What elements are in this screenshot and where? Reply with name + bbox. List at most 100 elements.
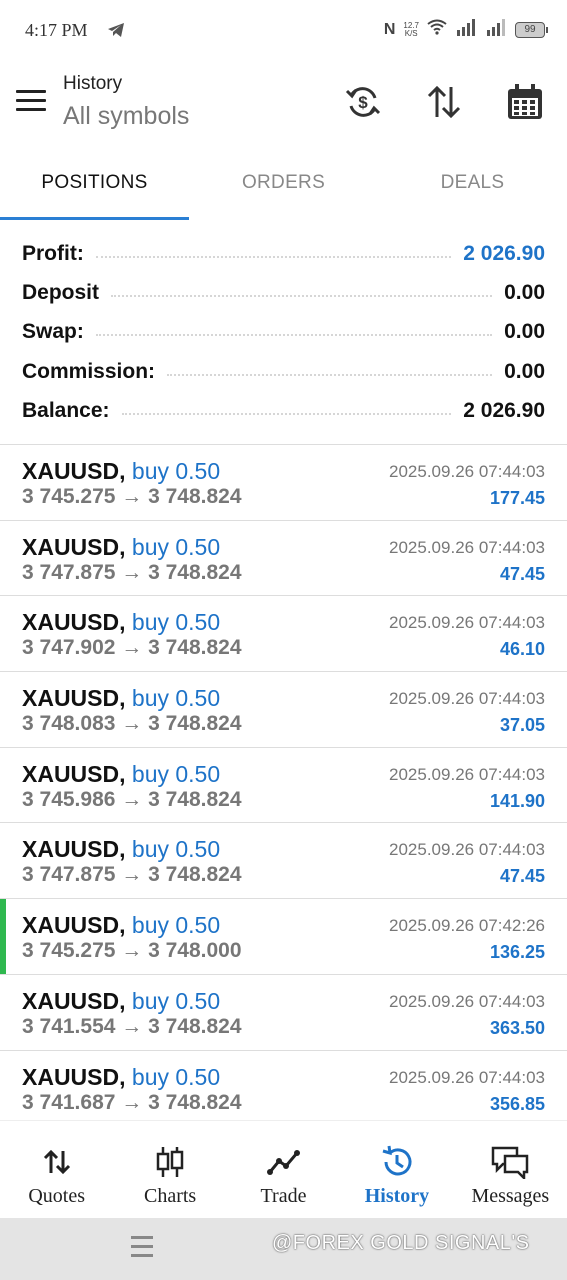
status-time: 4:17 PM [25, 20, 88, 40]
position-side: buy 0.50 [131, 1063, 221, 1090]
position-profit: 47.45 [499, 866, 545, 887]
history-icon [380, 1145, 414, 1179]
open-price: 3 747.902 [22, 636, 116, 660]
status-bar: 4:17 PM N 12.7 K/S 99 [0, 0, 567, 60]
position-time: 2025.09.26 07:44:03 [389, 840, 545, 860]
position-time: 2025.09.26 07:44:03 [389, 1067, 545, 1087]
open-price: 3 748.083 [22, 712, 116, 736]
position-row[interactable]: XAUUSD, buy 0.50 3 747.875 → 3 748.824 202… [0, 823, 567, 900]
bottom-nav: Quotes Charts Trade History Messages [0, 1120, 567, 1218]
arrow-icon: → [115, 787, 149, 811]
position-prices: 3 747.875 → 3 748.824 [22, 863, 242, 887]
position-profit: 141.90 [489, 790, 545, 811]
position-profit: 177.45 [489, 488, 545, 508]
close-price: 3 748.000 [148, 939, 242, 963]
messages-icon [491, 1145, 529, 1179]
open-price: 3 745.275 [22, 485, 116, 508]
position-row[interactable]: XAUUSD, buy 0.50 3 745.275 → 3 748.824 202… [0, 445, 567, 521]
profit-value: 2 026.90 [463, 241, 545, 265]
arrow-icon: → [115, 863, 149, 887]
position-row[interactable]: XAUUSD, buy 0.50 3 745.275 → 3 748.000 202… [0, 899, 567, 975]
tab-deals[interactable]: DEALS [378, 150, 567, 220]
summary-deposit: Deposit 0.00 [22, 280, 545, 304]
position-time: 2025.09.26 07:44:03 [389, 462, 545, 481]
arrow-icon: → [115, 939, 149, 963]
position-symbol: XAUUSD, buy 0.50 [22, 760, 221, 787]
position-side: buy 0.50 [131, 609, 221, 636]
close-price: 3 748.824 [148, 863, 242, 887]
position-side: buy 0.50 [131, 760, 221, 787]
position-row[interactable]: XAUUSD, buy 0.50 3 747.902 → 3 748.824 202… [0, 596, 567, 673]
summary-balance: Balance: 2 026.90 [22, 398, 545, 422]
summary-profit: Profit: 2 026.90 [22, 241, 545, 265]
position-prices: 3 741.687 → 3 748.824 [22, 1091, 242, 1115]
nav-quotes[interactable]: Quotes [0, 1121, 113, 1218]
position-prices: 3 748.083 → 3 748.824 [22, 712, 242, 736]
arrow-icon: → [115, 1090, 149, 1114]
summary-commission: Commission: 0.00 [22, 359, 545, 383]
position-time: 2025.09.26 07:44:03 [389, 537, 545, 557]
arrow-icon: → [115, 712, 149, 736]
position-side: buy 0.50 [131, 533, 221, 560]
network-speed: 12.7 K/S [403, 20, 419, 38]
position-symbol: XAUUSD, buy 0.50 [22, 685, 221, 712]
close-price: 3 748.824 [148, 1014, 242, 1038]
position-profit: 356.85 [489, 1093, 545, 1114]
position-symbol: XAUUSD, buy 0.50 [22, 836, 221, 863]
menu-icon[interactable] [16, 90, 46, 112]
sort-button[interactable] [422, 80, 466, 124]
position-row[interactable]: XAUUSD, buy 0.50 3 741.687 → 3 748.824 202… [0, 1051, 567, 1127]
arrow-icon: → [115, 485, 149, 508]
tab-orders[interactable]: ORDERS [189, 150, 378, 220]
position-time: 2025.09.26 07:44:03 [389, 689, 545, 709]
arrow-icon: → [115, 636, 149, 660]
close-price: 3 748.824 [148, 636, 242, 660]
summary-swap: Swap: 0.00 [22, 320, 545, 344]
position-row[interactable]: XAUUSD, buy 0.50 3 748.083 → 3 748.824 202… [0, 672, 567, 748]
app-bar: History All symbols $ [0, 60, 567, 150]
position-symbol: XAUUSD, buy 0.50 [22, 987, 221, 1014]
svg-text:$: $ [358, 93, 368, 112]
nav-charts[interactable]: Charts [113, 1121, 226, 1218]
tab-positions[interactable]: POSITIONS [0, 150, 189, 220]
close-price: 3 748.824 [148, 787, 242, 811]
close-price: 3 748.824 [148, 560, 242, 584]
nav-messages[interactable]: Messages [454, 1121, 567, 1218]
position-symbol: XAUUSD, buy 0.50 [22, 458, 221, 484]
position-profit: 37.05 [499, 715, 545, 736]
position-row[interactable]: XAUUSD, buy 0.50 3 745.986 → 3 748.824 202… [0, 748, 567, 824]
close-price: 3 748.824 [148, 712, 242, 736]
sort-icon [427, 85, 461, 119]
close-price: 3 748.824 [148, 1090, 242, 1114]
symbol-filter[interactable]: All symbols [63, 102, 189, 131]
position-profit: 47.45 [499, 563, 545, 584]
position-side: buy 0.50 [131, 685, 221, 712]
currency-refresh-button[interactable]: $ [341, 80, 385, 124]
position-prices: 3 745.986 → 3 748.824 [22, 788, 242, 812]
battery-icon: 99 [515, 21, 548, 38]
position-side: buy 0.50 [131, 987, 221, 1014]
row-highlight-marker [0, 899, 6, 974]
position-time: 2025.09.26 07:42:26 [389, 916, 545, 936]
position-prices: 3 745.275 → 3 748.000 [22, 939, 242, 963]
open-price: 3 747.875 [22, 863, 116, 887]
calendar-button[interactable] [503, 80, 547, 124]
position-row[interactable]: XAUUSD, buy 0.50 3 747.875 → 3 748.824 202… [0, 521, 567, 597]
position-side: buy 0.50 [131, 912, 221, 939]
telegram-icon [107, 22, 125, 43]
position-profit: 363.50 [489, 1017, 545, 1038]
nav-trade[interactable]: Trade [227, 1121, 340, 1218]
open-price: 3 741.687 [22, 1090, 116, 1114]
arrow-icon: → [115, 1014, 149, 1038]
position-time: 2025.09.26 07:44:03 [389, 613, 545, 633]
open-price: 3 745.275 [22, 939, 116, 963]
open-price: 3 741.554 [22, 1014, 116, 1038]
position-row[interactable]: XAUUSD, buy 0.50 3 741.554 → 3 748.824 202… [0, 975, 567, 1051]
position-profit: 46.10 [499, 639, 545, 660]
recents-icon[interactable] [131, 1236, 153, 1263]
open-price: 3 745.986 [22, 787, 116, 811]
account-summary: Profit: 2 026.90 Deposit 0.00 Swap: 0.00… [0, 234, 567, 430]
nav-history[interactable]: History [340, 1121, 453, 1218]
deposit-value: 0.00 [504, 280, 545, 304]
wifi-icon [427, 19, 447, 40]
